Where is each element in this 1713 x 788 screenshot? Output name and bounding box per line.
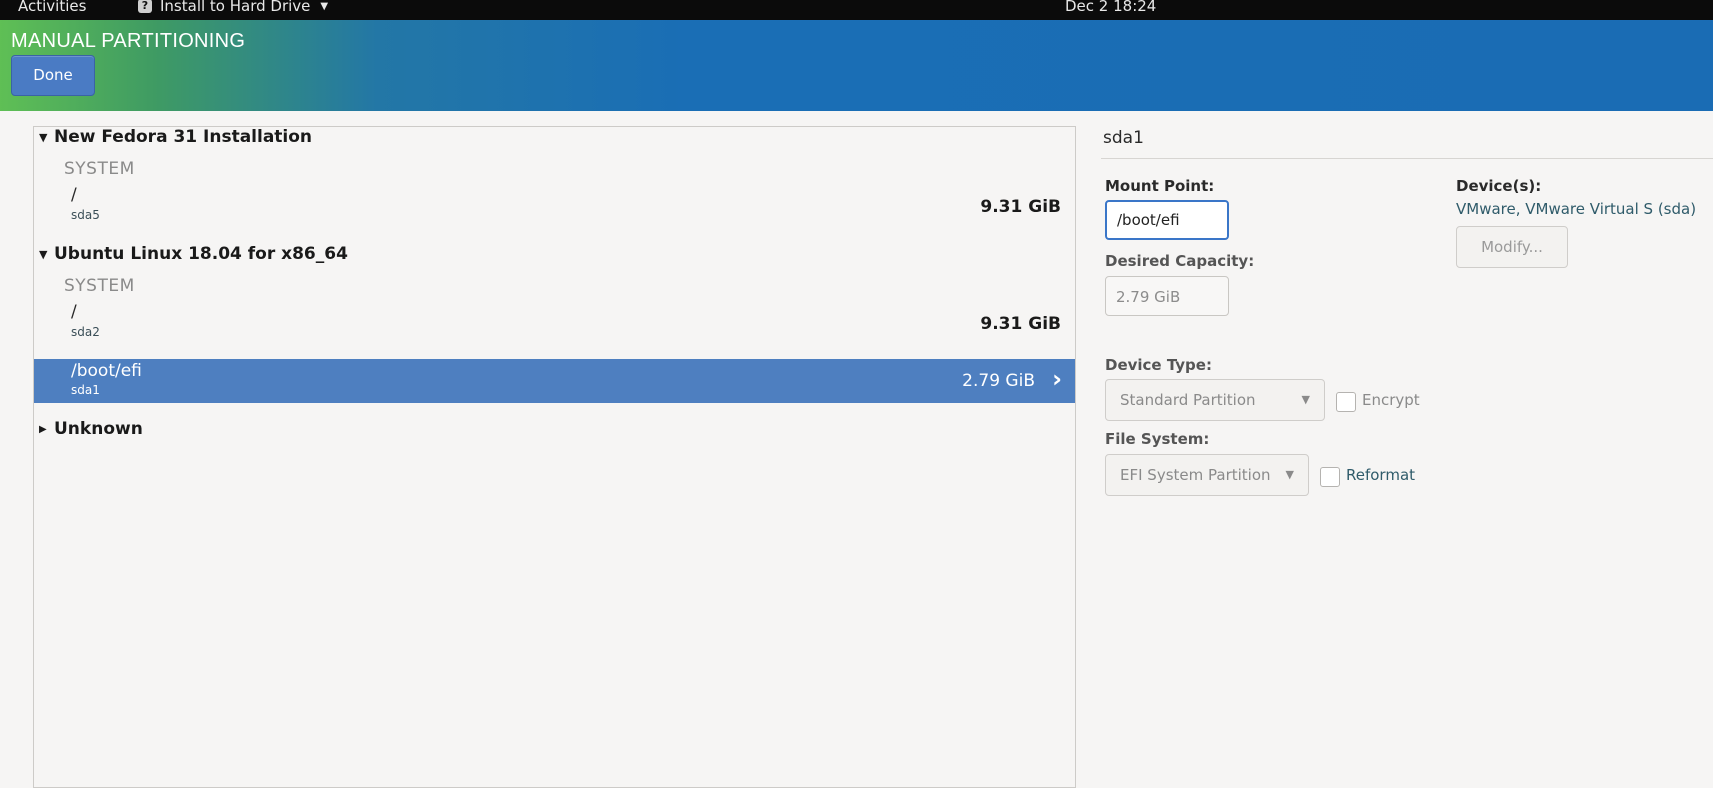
file-system-label: File System: bbox=[1105, 430, 1210, 448]
group-name: Ubuntu Linux 18.04 for x86_64 bbox=[54, 244, 348, 264]
triangle-down-icon: ▼ bbox=[39, 247, 48, 261]
installer-app-icon: ? bbox=[138, 0, 152, 13]
group-name: Unknown bbox=[54, 419, 143, 439]
reformat-checkbox[interactable] bbox=[1320, 467, 1340, 487]
mount-point-input[interactable]: /boot/efi bbox=[1105, 200, 1229, 240]
section-label-system: SYSTEM bbox=[64, 159, 135, 179]
partition-row-sda5[interactable]: / sda5 9.31 GiB bbox=[34, 185, 1075, 229]
chevron-down-icon: ▼ bbox=[320, 0, 329, 12]
partition-list: ▼ New Fedora 31 Installation SYSTEM / sd… bbox=[33, 126, 1076, 788]
page-title: MANUAL PARTITIONING bbox=[11, 30, 246, 52]
app-menu[interactable]: ? Install to Hard Drive ▼ bbox=[138, 0, 328, 15]
app-menu-label: Install to Hard Drive bbox=[160, 0, 311, 15]
group-header-ubuntu[interactable]: ▼ Ubuntu Linux 18.04 for x86_64 bbox=[39, 244, 348, 264]
file-system-value: EFI System Partition bbox=[1120, 466, 1271, 484]
done-button[interactable]: Done bbox=[11, 55, 95, 96]
partition-size: 9.31 GiB bbox=[980, 314, 1061, 334]
partition-row-sda1[interactable]: /boot/efi sda1 2.79 GiB › bbox=[34, 359, 1075, 403]
partition-mount-point: / bbox=[71, 185, 77, 205]
activities-button[interactable]: Activities bbox=[18, 0, 86, 15]
dropdown-arrow-icon: ▼ bbox=[1285, 468, 1294, 481]
partition-device: sda1 bbox=[71, 383, 100, 397]
encrypt-label: Encrypt bbox=[1362, 391, 1420, 409]
partition-size: 9.31 GiB bbox=[980, 197, 1061, 217]
header-banner: MANUAL PARTITIONING Done bbox=[0, 20, 1713, 111]
devices-label: Device(s): bbox=[1456, 177, 1542, 195]
dropdown-arrow-icon: ▼ bbox=[1301, 393, 1310, 406]
clock[interactable]: Dec 2 18:24 bbox=[1065, 0, 1156, 15]
reformat-label: Reformat bbox=[1346, 466, 1416, 484]
modify-button[interactable]: Modify... bbox=[1456, 226, 1568, 268]
partition-details: sda1 Mount Point: /boot/efi Desired Capa… bbox=[1101, 120, 1713, 778]
partition-mount-point: /boot/efi bbox=[71, 361, 142, 381]
device-type-label: Device Type: bbox=[1105, 356, 1212, 374]
group-header-unknown[interactable]: ▶ Unknown bbox=[39, 419, 143, 439]
selected-device-title: sda1 bbox=[1103, 128, 1144, 148]
top-bar: Activities ? Install to Hard Drive ▼ Dec… bbox=[0, 0, 1713, 20]
desired-capacity-label: Desired Capacity: bbox=[1105, 252, 1255, 270]
device-type-dropdown[interactable]: Standard Partition ▼ bbox=[1105, 379, 1325, 421]
devices-value: VMware, VMware Virtual S (sda) bbox=[1456, 200, 1697, 218]
file-system-dropdown[interactable]: EFI System Partition ▼ bbox=[1105, 454, 1309, 496]
partition-device: sda2 bbox=[71, 325, 100, 339]
group-name: New Fedora 31 Installation bbox=[54, 127, 313, 147]
partition-row-sda2[interactable]: / sda2 9.31 GiB bbox=[34, 302, 1075, 346]
group-header-fedora[interactable]: ▼ New Fedora 31 Installation bbox=[39, 127, 312, 147]
partition-size: 2.79 GiB bbox=[962, 371, 1035, 391]
divider bbox=[1101, 158, 1713, 159]
device-type-value: Standard Partition bbox=[1120, 391, 1256, 409]
encrypt-checkbox[interactable] bbox=[1336, 392, 1356, 412]
mount-point-label: Mount Point: bbox=[1105, 177, 1215, 195]
chevron-right-icon: › bbox=[1052, 365, 1062, 393]
partition-device: sda5 bbox=[71, 208, 100, 222]
triangle-right-icon: ▶ bbox=[39, 423, 47, 435]
triangle-down-icon: ▼ bbox=[39, 130, 48, 144]
section-label-system: SYSTEM bbox=[64, 276, 135, 296]
partition-mount-point: / bbox=[71, 302, 77, 322]
desired-capacity-input[interactable]: 2.79 GiB bbox=[1105, 276, 1229, 316]
